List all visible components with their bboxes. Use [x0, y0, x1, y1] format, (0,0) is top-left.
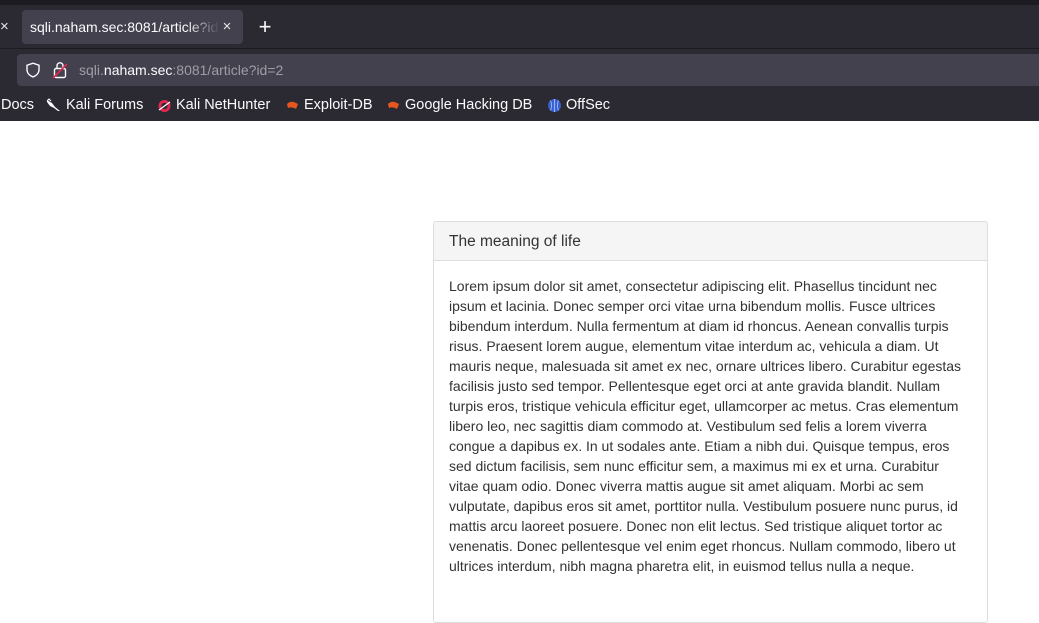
- address-bar[interactable]: sqli.naham.sec:8081/article?id=2: [17, 54, 1039, 86]
- exploit-db-icon: [287, 101, 298, 109]
- toolbar-divider: [0, 48, 1039, 49]
- article-header: The meaning of life: [434, 222, 987, 261]
- url-input[interactable]: sqli.naham.sec:8081/article?id=2: [79, 61, 283, 79]
- kali-dragon-icon: [46, 98, 60, 111]
- bookmark-kali-nethunter[interactable]: Kali NetHunter: [176, 95, 270, 115]
- url-prefix: sqli.: [79, 62, 104, 78]
- window-top-strip: [0, 0, 1039, 5]
- url-rest: :8081/article?id=2: [172, 62, 284, 78]
- previous-tab-close-icon[interactable]: ×: [0, 17, 12, 37]
- article-title: The meaning of life: [449, 233, 581, 250]
- tracking-shield-icon[interactable]: [25, 62, 41, 78]
- tab-title: sqli.naham.sec:8081/article?id=2: [30, 19, 220, 35]
- url-host: naham.sec: [103, 62, 173, 78]
- bookmark-offsec[interactable]: OffSec: [566, 95, 610, 115]
- new-tab-button[interactable]: +: [254, 14, 276, 40]
- bookmark-kali-forums[interactable]: Kali Forums: [66, 95, 143, 115]
- bookmark-google-hacking-db[interactable]: Google Hacking DB: [405, 95, 532, 115]
- nethunter-icon: [158, 100, 171, 112]
- ghdb-icon: [388, 101, 399, 109]
- tab-close-icon[interactable]: ×: [219, 17, 235, 37]
- page-content: The meaning of life Lorem ipsum dolor si…: [0, 121, 1039, 623]
- bookmarks-toolbar: Docs Kali Forums Kali NetHunter Exploit-…: [0, 90, 1039, 120]
- bookmark-exploit-db[interactable]: Exploit-DB: [304, 95, 373, 115]
- article-body: Lorem ipsum dolor sit amet, consectetur …: [449, 278, 962, 574]
- article-panel: The meaning of life Lorem ipsum dolor si…: [433, 221, 988, 623]
- insecure-lock-icon[interactable]: [52, 61, 68, 79]
- browser-chrome: × sqli.naham.sec:8081/article?id=2 × + s…: [0, 0, 1039, 121]
- bookmark-docs[interactable]: Docs: [1, 95, 34, 115]
- offsec-icon: [548, 99, 561, 112]
- tab-active[interactable]: sqli.naham.sec:8081/article?id=2 ×: [22, 10, 243, 44]
